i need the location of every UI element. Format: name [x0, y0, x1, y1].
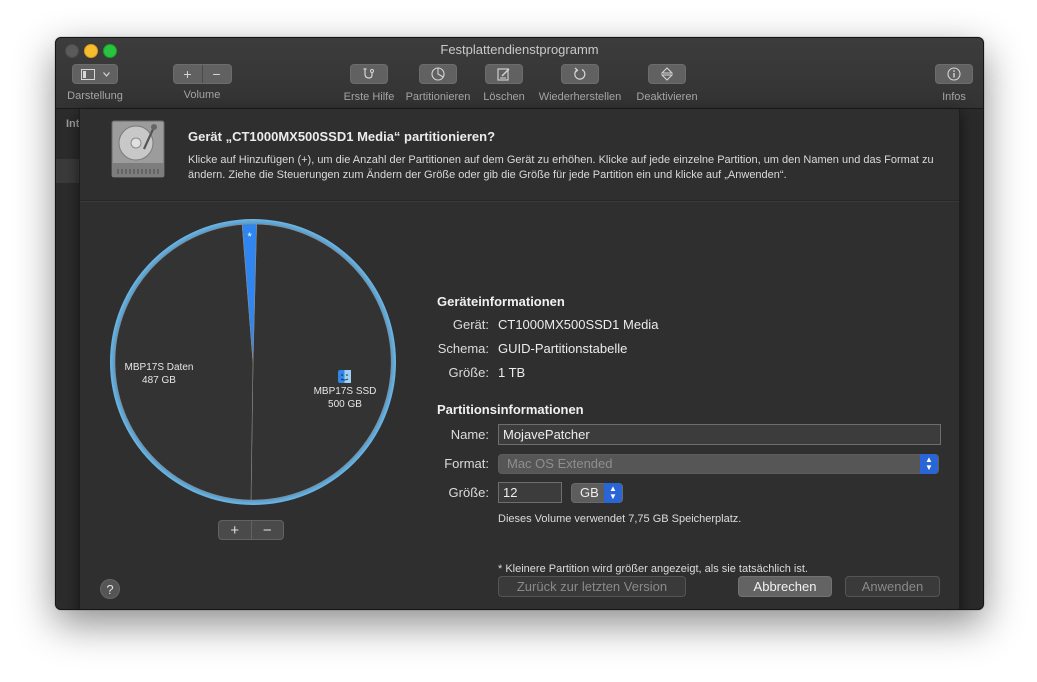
size-unit-value: GB [580, 485, 599, 500]
unmount-toolbar-item[interactable]: Deaktivieren [632, 64, 702, 103]
view-label: Darstellung [67, 89, 123, 102]
volume-segmented-control: + − [172, 64, 232, 84]
unmount-button[interactable] [648, 64, 686, 84]
sheet-description: Klicke auf Hinzufügen (+), um die Anzahl… [188, 154, 934, 181]
sheet-title: Gerät „CT1000MX500SSD1 Media“ partitioni… [188, 129, 496, 144]
volume-usage-note: Dieses Volume verwendet 7,75 GB Speicher… [498, 513, 742, 525]
sidebar-section-title: Int [66, 118, 80, 130]
partition-size-ssd: 500 GB [328, 399, 362, 410]
sidebar-selected-item[interactable] [56, 159, 80, 183]
first-aid-button[interactable] [350, 64, 388, 84]
partition-button[interactable] [419, 64, 457, 84]
sidebar: Int [56, 109, 80, 609]
device-size-key: Größe: [448, 365, 489, 380]
header-divider [80, 200, 959, 202]
hard-disk-icon [111, 120, 165, 178]
view-button[interactable] [72, 64, 118, 84]
partition-size-input[interactable] [498, 482, 562, 503]
partition-label: Partitionieren [405, 91, 471, 103]
partition-name-ssd: MBP17S SSD [313, 386, 377, 397]
device-value: CT1000MX500SSD1 Media [498, 317, 659, 332]
view-toolbar-item[interactable]: Darstellung [64, 64, 126, 102]
format-popup[interactable]: Mac OS Extended ▲ ▼ [498, 454, 939, 474]
cancel-button[interactable]: Abbrechen [738, 576, 832, 597]
partition-add-remove-control: + − [218, 520, 284, 540]
stethoscope-icon [363, 67, 374, 79]
partition-info-heading: Partitionsinformationen [437, 402, 584, 417]
erase-button[interactable] [485, 64, 523, 84]
window-title: Festplattendienstprogramm [440, 42, 599, 57]
device-info-heading: Geräteinformationen [437, 294, 565, 309]
partition-name-input[interactable] [498, 424, 941, 445]
volume-label: Volume [183, 89, 221, 101]
format-popup-value: Mac OS Extended [507, 456, 613, 471]
partition-pie-icon [431, 67, 445, 81]
help-button[interactable]: ? [100, 579, 120, 599]
partition-name-daten: MBP17S Daten [124, 362, 194, 373]
pie-footnote: * Kleinere Partition wird größer angezei… [498, 563, 808, 575]
unmount-label: Deaktivieren [636, 91, 698, 103]
first-aid-label: Erste Hilfe [343, 90, 395, 103]
volume-toolbar-item: + − Volume [170, 64, 234, 101]
add-volume-button[interactable]: + [174, 65, 202, 83]
info-toolbar-item[interactable]: Infos [934, 64, 974, 103]
erase-toolbar-item[interactable]: Löschen [481, 64, 527, 103]
info-label: Infos [942, 91, 966, 103]
name-key: Name: [450, 427, 489, 442]
device-size-value: 1 TB [498, 365, 526, 380]
restore-arrow-icon [574, 67, 586, 80]
chevron-down-icon [102, 71, 110, 77]
remove-partition-button[interactable]: − [250, 521, 284, 539]
restore-label: Wiederherstellen [538, 91, 622, 103]
scheme-key: Schema: [437, 341, 489, 356]
partition-label-ssd[interactable]: MBP17S SSD 500 GB [308, 385, 382, 411]
partition-label-daten[interactable]: MBP17S Daten 487 GB [112, 361, 206, 387]
add-partition-button[interactable]: + [219, 521, 251, 539]
pie-slice-mbp17s-ssd[interactable] [250, 223, 392, 501]
partition-size-daten: 487 GB [142, 375, 176, 386]
remove-volume-button[interactable]: − [201, 65, 231, 83]
small-partition-star-label: * [248, 231, 253, 243]
restore-button[interactable] [561, 64, 599, 84]
revert-button[interactable]: Zurück zur letzten Version [498, 576, 686, 597]
size-unit-popup[interactable]: GB ▲ ▼ [571, 483, 623, 503]
erase-label: Löschen [483, 91, 525, 103]
partition-toolbar-item[interactable]: Partitionieren [402, 64, 474, 103]
partition-sheet: Gerät „CT1000MX500SSD1 Media“ partitioni… [79, 109, 960, 609]
eject-icon [661, 67, 673, 81]
up-down-chevron-icon: ▲ ▼ [920, 454, 938, 474]
toolbar: Festplattendienstprogramm Darstellung + … [56, 38, 983, 109]
up-down-chevron-icon: ▲ ▼ [604, 483, 622, 503]
disk-utility-window: Festplattendienstprogramm Darstellung + … [55, 37, 984, 610]
restore-toolbar-item[interactable]: Wiederherstellen [532, 64, 628, 103]
device-key: Gerät: [452, 317, 489, 332]
format-key: Format: [444, 456, 489, 471]
info-button[interactable] [935, 64, 973, 84]
apply-button[interactable]: Anwenden [845, 576, 940, 597]
scheme-value: GUID-Partitionstabelle [498, 341, 628, 356]
finder-icon [338, 370, 351, 383]
info-icon [947, 67, 961, 81]
partition-size-key: Größe: [448, 485, 489, 500]
sidebar-icon [80, 68, 95, 80]
first-aid-toolbar-item[interactable]: Erste Hilfe [341, 64, 397, 103]
erase-icon [497, 68, 510, 81]
